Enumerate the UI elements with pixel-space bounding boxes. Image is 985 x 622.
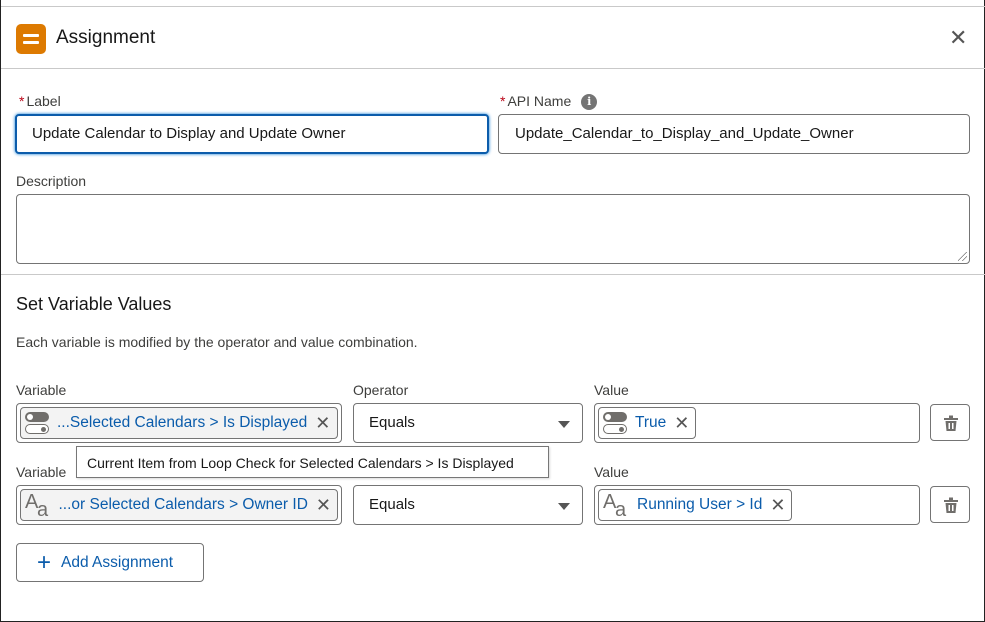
section-divider	[1, 274, 985, 275]
api-name-label-text: API Name	[507, 93, 572, 109]
variable-input[interactable]: Aa ...or Selected Calendars > Owner ID ✕	[16, 485, 342, 525]
required-marker: *	[500, 93, 506, 109]
value-pill-text: Running User > Id	[637, 496, 763, 513]
modal-title: Assignment	[56, 27, 156, 48]
variable-pill-text: ...or Selected Calendars > Owner ID	[58, 496, 308, 513]
variable-pill[interactable]: ...Selected Calendars > Is Displayed ✕	[20, 407, 338, 439]
value-input[interactable]: True ✕	[594, 403, 920, 443]
assignment-icon	[16, 24, 46, 54]
label-input[interactable]: Update Calendar to Display and Update Ow…	[15, 114, 489, 154]
value-pill[interactable]: Aa Running User > Id ✕	[598, 489, 793, 521]
value-label: Value	[594, 382, 629, 398]
modal-header: Assignment ✕	[1, 7, 985, 69]
operator-label: Operator	[353, 382, 409, 398]
label-text: Label	[26, 93, 61, 109]
operator-value: Equals	[369, 496, 415, 513]
value-pill[interactable]: True ✕	[598, 407, 697, 439]
variable-label: Variable	[16, 382, 67, 398]
label-field-label: * Label	[19, 93, 61, 109]
delete-row-button[interactable]	[930, 404, 970, 441]
remove-icon[interactable]: ✕	[316, 495, 331, 516]
operator-select[interactable]: Equals	[353, 485, 583, 525]
plus-icon: +	[37, 548, 52, 576]
description-label: Description	[16, 173, 87, 189]
assignment-modal: Assignment ✕ * Label Update Calendar to D…	[0, 0, 985, 622]
trash-icon	[944, 415, 958, 431]
api-name-input[interactable]: Update_Calendar_to_Display_and_Update_Ow…	[498, 114, 970, 154]
remove-icon[interactable]: ✕	[315, 413, 330, 434]
variable-input[interactable]: ...Selected Calendars > Is Displayed ✕	[16, 403, 342, 443]
variable-pill[interactable]: Aa ...or Selected Calendars > Owner ID ✕	[20, 489, 338, 521]
delete-row-button[interactable]	[930, 486, 970, 523]
close-icon[interactable]: ✕	[949, 27, 967, 49]
add-assignment-label: Add Assignment	[61, 553, 174, 571]
remove-icon[interactable]: ✕	[770, 495, 785, 516]
description-textarea[interactable]	[16, 194, 970, 264]
resize-handle-icon[interactable]	[958, 252, 967, 261]
add-assignment-button[interactable]: + Add Assignment	[16, 543, 204, 582]
text-icon: Aa	[603, 491, 627, 521]
remove-icon[interactable]: ✕	[674, 413, 689, 434]
variable-pill-text: ...Selected Calendars > Is Displayed	[57, 414, 308, 431]
info-icon[interactable]: i	[581, 94, 598, 111]
text-icon: Aa	[25, 491, 49, 521]
tooltip: Current Item from Loop Check for Selecte…	[76, 446, 549, 478]
operator-value: Equals	[369, 414, 415, 431]
variable-label: Variable	[16, 464, 67, 480]
chevron-down-icon	[558, 503, 570, 510]
boolean-icon	[603, 411, 627, 435]
trash-icon	[944, 497, 958, 513]
section-description: Each variable is modified by the operato…	[16, 334, 418, 350]
chevron-down-icon	[558, 421, 570, 428]
boolean-icon	[25, 411, 49, 435]
required-marker: *	[19, 93, 25, 109]
value-input[interactable]: Aa Running User > Id ✕	[594, 485, 920, 525]
value-label: Value	[594, 464, 629, 480]
api-name-field-label: * API Name i	[500, 93, 598, 111]
section-title: Set Variable Values	[16, 294, 172, 314]
value-pill-text: True	[635, 414, 667, 431]
operator-select[interactable]: Equals	[353, 403, 583, 443]
